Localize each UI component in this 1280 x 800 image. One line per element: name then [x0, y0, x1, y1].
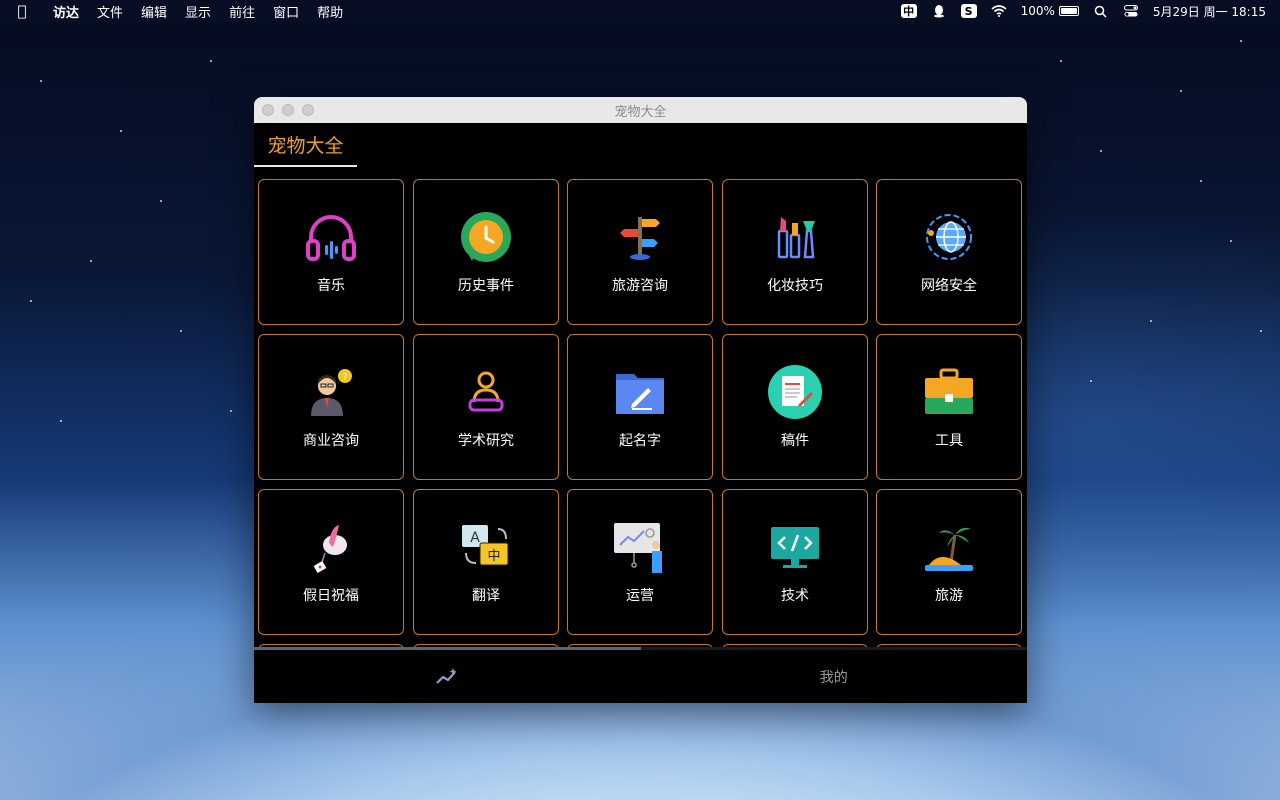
qq-icon[interactable]: [931, 4, 947, 18]
card-label: 假日祝福: [303, 588, 359, 604]
apple-menu-icon[interactable]: : [0, 2, 44, 20]
menu-edit[interactable]: 编辑: [132, 2, 176, 21]
card-travel-consult[interactable]: 旅游咨询: [567, 179, 713, 325]
document-icon: [768, 365, 822, 419]
window-title: 宠物大全: [614, 104, 667, 120]
card-naming[interactable]: 起名字: [567, 334, 713, 480]
card-label: 翻译: [472, 588, 500, 604]
card-label: 起名字: [619, 433, 661, 449]
star: [1090, 380, 1092, 382]
battery-icon: [1058, 6, 1079, 16]
card-label: 技术: [781, 588, 809, 604]
star: [1100, 150, 1102, 152]
card-label: 商业咨询: [303, 433, 359, 449]
svg-text:?: ?: [342, 372, 347, 383]
tab-mine[interactable]: 我的: [641, 650, 1028, 703]
sparkle-chart-icon: [436, 667, 457, 684]
card-label: 旅游: [935, 588, 963, 604]
star: [1230, 240, 1232, 242]
clock-icon: [461, 212, 511, 262]
card-label: 稿件: [781, 433, 809, 449]
zoom-window-button[interactable]: [302, 104, 314, 116]
makeup-icon: [777, 217, 815, 259]
tab-discover[interactable]: [254, 650, 641, 703]
star: [1150, 320, 1152, 322]
globe-icon: [926, 214, 972, 260]
translate-icon: A 中: [462, 525, 509, 566]
card-label: 网络安全: [921, 278, 977, 294]
control-center-icon[interactable]: [1123, 4, 1139, 18]
headphones-icon: [306, 215, 356, 261]
card-label: 旅游咨询: [612, 278, 668, 294]
card-music[interactable]: 音乐: [258, 179, 404, 325]
card-holiday-blessing[interactable]: 假日祝福: [258, 489, 404, 635]
star: [1200, 180, 1202, 182]
card-tools[interactable]: 工具: [876, 334, 1022, 480]
star: [230, 410, 232, 412]
star: [210, 60, 212, 62]
card-academic-research[interactable]: 学术研究: [413, 334, 559, 480]
card-history[interactable]: 历史事件: [413, 179, 559, 325]
star: [180, 330, 182, 332]
card-operations[interactable]: 运营: [567, 489, 713, 635]
card-makeup[interactable]: 化妆技巧: [722, 179, 868, 325]
minimize-window-button[interactable]: [282, 104, 294, 116]
star: [1260, 330, 1262, 332]
star: [90, 260, 92, 262]
star: [30, 300, 32, 302]
window-controls: [262, 104, 314, 116]
spotlight-search-icon[interactable]: [1093, 4, 1109, 18]
card-label: 学术研究: [458, 433, 514, 449]
folder-pen-icon: [616, 374, 664, 414]
card-manuscript[interactable]: 稿件: [722, 334, 868, 480]
menu-view[interactable]: 显示: [176, 2, 220, 21]
study-icon: [468, 371, 504, 412]
card-business-consult[interactable]: ? 商业咨询: [258, 334, 404, 480]
sogou-icon[interactable]: S: [960, 4, 977, 18]
star: [1060, 60, 1062, 62]
category-grid: 音乐 历史事件 旅游咨询 化妆技巧 网络安全 ? 商业咨询 学术研究 起名字 稿…: [258, 179, 1027, 647]
star: [120, 130, 122, 132]
window-titlebar[interactable]: 宠物大全: [254, 97, 1027, 123]
star: [1180, 90, 1182, 92]
card-label: 运营: [626, 588, 654, 604]
star: [1240, 40, 1242, 42]
menu-clock[interactable]: 5月29日 周一 18:15: [1153, 3, 1266, 20]
menu-file[interactable]: 文件: [88, 2, 132, 21]
close-window-button[interactable]: [262, 104, 274, 116]
card-technology[interactable]: 技术: [722, 489, 868, 635]
svg-text:A: A: [470, 530, 480, 546]
businessman-icon: ?: [311, 369, 352, 416]
wifi-icon[interactable]: [991, 4, 1007, 18]
card-label: 化妆技巧: [767, 278, 823, 294]
star: [60, 420, 62, 422]
island-icon: [925, 527, 973, 571]
signpost-icon: [620, 217, 660, 260]
svg-text:中: 中: [487, 549, 500, 564]
tab-pets[interactable]: 宠物大全: [254, 123, 357, 167]
card-travel[interactable]: 旅游: [876, 489, 1022, 635]
card-label: 工具: [935, 433, 963, 449]
toolbox-icon: [925, 368, 973, 414]
blessing-icon: [313, 525, 347, 573]
card-label: 历史事件: [458, 278, 514, 294]
star: [40, 80, 42, 82]
code-monitor-icon: [771, 527, 819, 568]
presentation-icon: [614, 523, 662, 573]
card-label: 音乐: [317, 278, 345, 294]
card-network-security[interactable]: 网络安全: [876, 179, 1022, 325]
card-translate[interactable]: A 中 翻译: [413, 489, 559, 635]
battery-percent: 100%: [1020, 4, 1055, 18]
menu-bar:  访达 文件 编辑 显示 前往 窗口 帮助 中 S 100% 5月29日 周一…: [0, 0, 1280, 22]
bottom-tab-bar: 我的: [254, 650, 1027, 703]
menu-help[interactable]: 帮助: [308, 2, 352, 21]
app-header: 宠物大全: [254, 123, 1027, 171]
app-window: 宠物大全 宠物大全 音乐 历史事件 旅游咨询 化妆技巧 网络安全 ? 商业咨询 …: [254, 97, 1027, 703]
menu-window[interactable]: 窗口: [264, 2, 308, 21]
menu-app-name[interactable]: 访达: [44, 2, 88, 21]
star: [160, 200, 162, 202]
menu-go[interactable]: 前往: [220, 2, 264, 21]
battery-status[interactable]: 100%: [1021, 4, 1079, 18]
input-method-icon[interactable]: 中: [900, 4, 917, 18]
